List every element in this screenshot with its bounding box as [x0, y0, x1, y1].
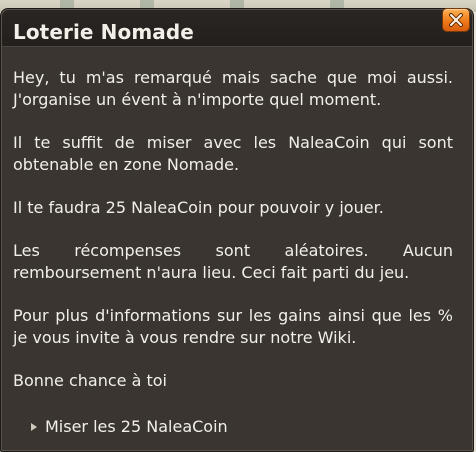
dialog-paragraph: Pour plus d'informations sur les gains a…	[13, 306, 453, 347]
dialog-paragraph: Il te faudra 25 NaleaCoin pour pouvoir y…	[13, 198, 384, 217]
close-x-icon	[443, 9, 469, 31]
dialog-text: Hey, tu m'as remarqué mais sache que moi…	[13, 67, 453, 413]
close-button[interactable]	[442, 8, 470, 32]
triangle-right-icon	[31, 423, 37, 431]
dialog-title: Loterie Nomade	[13, 20, 194, 44]
dialog-paragraph: Les récompenses sont aléatoires. Aucun r…	[13, 241, 453, 282]
dialog-paragraph: Bonne chance à toi	[13, 371, 167, 390]
npc-dialog-window: Loterie Nomade Hey, tu m'as remarqué mai…	[0, 8, 474, 452]
dialog-paragraph: Hey, tu m'as remarqué mais sache que moi…	[13, 68, 453, 109]
dialog-choice-label: Miser les 25 NaleaCoin	[45, 417, 228, 436]
dialog-paragraph: Il te suffit de miser avec les NaleaCoin…	[13, 133, 453, 174]
dialog-choice-bet[interactable]: Miser les 25 NaleaCoin	[31, 416, 228, 438]
dialog-header: Loterie Nomade	[2, 10, 472, 47]
